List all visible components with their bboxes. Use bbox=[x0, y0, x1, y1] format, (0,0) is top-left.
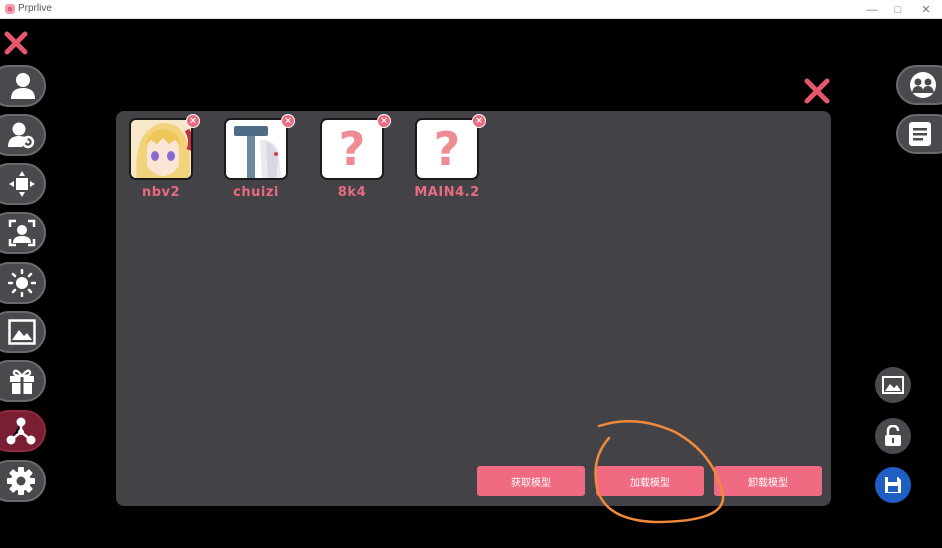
model-name: chuizi bbox=[233, 185, 279, 200]
group-icon bbox=[910, 72, 936, 98]
gift-icon bbox=[10, 369, 34, 394]
hammer-character-icon bbox=[226, 120, 286, 178]
window-close-button[interactable]: ✕ bbox=[912, 0, 940, 19]
sidebar-item-models[interactable] bbox=[0, 410, 46, 452]
sidebar-item-face-tracking[interactable] bbox=[0, 212, 46, 254]
model-name: MAIN4.2 bbox=[414, 185, 480, 200]
save-button[interactable] bbox=[875, 467, 911, 503]
unlock-icon bbox=[885, 425, 901, 446]
delete-model-main42-button[interactable]: × bbox=[472, 114, 486, 128]
delete-model-nbv2-button[interactable]: × bbox=[186, 114, 200, 128]
app-logo-icon bbox=[5, 4, 15, 14]
model-thumbnail[interactable]: ? bbox=[415, 118, 479, 180]
maximize-button[interactable]: □ bbox=[884, 0, 912, 19]
sidebar-item-position[interactable] bbox=[0, 163, 46, 205]
unknown-thumbnail-icon: ? bbox=[338, 122, 366, 176]
sidebar-item-model-settings[interactable] bbox=[0, 114, 46, 156]
model-name: 8k4 bbox=[337, 185, 367, 200]
model-name: nbv2 bbox=[141, 185, 181, 200]
close-menu-button[interactable] bbox=[4, 31, 28, 55]
sidebar-item-background[interactable] bbox=[0, 311, 46, 353]
model-thumbnail[interactable] bbox=[129, 118, 193, 180]
brightness-icon bbox=[8, 269, 36, 297]
share-nodes-icon bbox=[6, 417, 36, 445]
sidebar-item-lighting[interactable] bbox=[0, 262, 46, 304]
image-add-icon bbox=[882, 376, 904, 394]
user-icon bbox=[11, 73, 35, 99]
get-model-button[interactable]: 获取模型 bbox=[477, 466, 585, 496]
save-icon bbox=[885, 477, 901, 493]
model-thumbnail[interactable]: ? bbox=[320, 118, 384, 180]
window-title: Prprlive bbox=[18, 3, 52, 14]
minimize-button[interactable]: — bbox=[858, 0, 886, 19]
close-panel-button[interactable] bbox=[804, 78, 830, 104]
delete-model-8k4-button[interactable]: × bbox=[377, 114, 391, 128]
sidebar-item-model[interactable] bbox=[0, 65, 46, 107]
model-thumbnail[interactable] bbox=[224, 118, 288, 180]
list-icon bbox=[909, 122, 931, 146]
multi-user-button[interactable] bbox=[896, 65, 942, 105]
unknown-thumbnail-icon: ? bbox=[433, 122, 461, 176]
sidebar-item-gift[interactable] bbox=[0, 360, 46, 402]
face-tracking-icon bbox=[8, 219, 36, 247]
notes-button[interactable] bbox=[896, 114, 942, 154]
lock-toggle-button[interactable] bbox=[875, 418, 911, 454]
move-icon bbox=[9, 171, 35, 197]
anime-girl-avatar-icon bbox=[131, 120, 191, 178]
gear-icon bbox=[7, 467, 35, 495]
annotation-circle bbox=[594, 420, 725, 524]
sidebar-item-settings[interactable] bbox=[0, 460, 46, 502]
close-icon bbox=[4, 31, 28, 55]
delete-model-chuizi-button[interactable]: × bbox=[281, 114, 295, 128]
title-bar: Prprlive — □ ✕ bbox=[0, 0, 942, 19]
close-icon bbox=[804, 78, 830, 104]
user-settings-icon bbox=[8, 122, 35, 149]
unload-model-button[interactable]: 卸载模型 bbox=[714, 466, 822, 496]
add-image-button[interactable] bbox=[875, 367, 911, 403]
image-icon bbox=[8, 319, 36, 345]
